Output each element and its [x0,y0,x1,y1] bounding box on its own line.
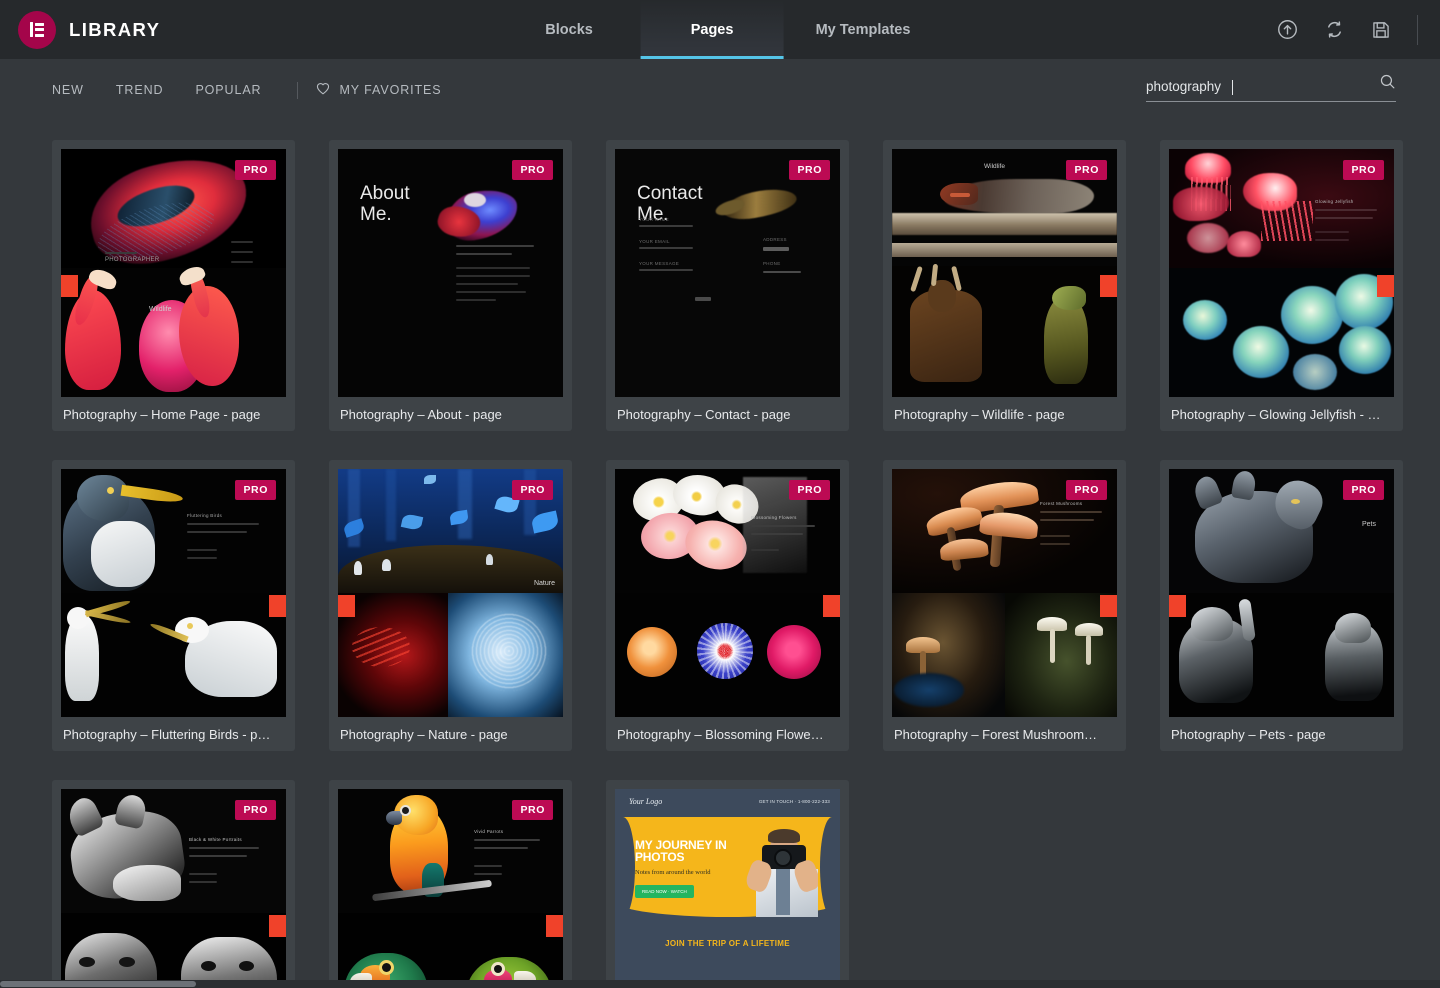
library-toolbar: NEW TREND POPULAR MY FAVORITES [0,59,1440,121]
template-thumbnail[interactable]: Blossoming Flowers PRO [615,469,840,717]
search-icon[interactable] [1379,73,1396,95]
template-grid: PHOTOGRAPHER Wildlife [0,121,1440,988]
journey-contact: GET IN TOUCH · 1-800-222-333 [759,799,830,804]
filter-my-favorites[interactable]: MY FAVORITES [316,82,441,98]
journey-subtitle: Notes from around the world [635,869,710,876]
template-thumbnail[interactable]: AboutMe. PRO [338,149,563,397]
page-title: LIBRARY [69,19,160,41]
template-thumbnail[interactable]: PHOTOGRAPHER Wildlife [61,149,286,397]
pro-badge: PRO [512,480,553,500]
template-thumbnail[interactable]: Fluttering Birds [61,469,286,717]
template-thumbnail[interactable]: Forest Mushrooms [892,469,1117,717]
pro-badge: PRO [512,800,553,820]
filter-divider [297,82,298,99]
filter-list: NEW TREND POPULAR MY FAVORITES [52,82,442,99]
template-thumbnail[interactable]: Wildlife [892,149,1117,397]
pro-badge: PRO [1343,160,1384,180]
template-thumbnail[interactable]: Pets PRO [1169,469,1394,717]
template-thumbnail[interactable]: Glowing Jellyfish [1169,149,1394,397]
template-edge-tab [269,595,286,617]
heart-outline-icon [316,82,330,98]
template-edge-tab [823,595,840,617]
my-favorites-label: MY FAVORITES [339,83,441,97]
text-cursor [1232,80,1233,95]
template-thumbnail[interactable]: ContactMe. YOUR NAME YOUR EMAIL YOUR MES… [615,149,840,397]
template-card[interactable]: Pets PRO Photography – Pets - page [1160,460,1403,751]
template-edge-tab [1100,275,1117,297]
template-edge-tab [338,595,355,617]
upload-circle-icon[interactable] [1277,19,1298,40]
template-card[interactable]: PHOTOGRAPHER Wildlife [52,140,295,431]
journey-footer: JOIN THE TRIP OF A LIFETIME [615,939,840,948]
horizontal-scrollbar[interactable] [0,980,1440,988]
template-edge-tab [1169,595,1186,617]
sync-icon[interactable] [1324,19,1345,40]
tab-pages[interactable]: Pages [641,0,784,59]
filter-popular[interactable]: POPULAR [195,83,279,97]
template-card[interactable]: Blossoming Flowers PRO Photography – [606,460,849,751]
template-thumbnail[interactable]: Black & White Portraits [61,789,286,988]
template-title: Photography – Glowing Jellyfish - … [1169,397,1394,431]
template-card[interactable]: Black & White Portraits [52,780,295,988]
library-tabs: Blocks Pages My Templates [498,0,943,59]
tab-my-templates[interactable]: My Templates [784,0,943,59]
template-edge-tab [1100,595,1117,617]
pro-badge: PRO [235,800,276,820]
tab-blocks[interactable]: Blocks [498,0,641,59]
filter-new[interactable]: NEW [52,83,102,97]
pro-badge: PRO [1066,480,1107,500]
header-divider [1417,15,1418,45]
search-box[interactable] [1146,79,1396,102]
library-header: LIBRARY Blocks Pages My Templates [0,0,1440,59]
elementor-logo-icon [18,11,56,49]
template-edge-tab [269,915,286,937]
template-thumbnail[interactable]: Your Logo GET IN TOUCH · 1-800-222-333 M… [615,789,840,988]
template-edge-tab [61,275,78,297]
pro-badge: PRO [1343,480,1384,500]
template-title: Photography – Pets - page [1169,717,1394,751]
pro-badge: PRO [235,160,276,180]
pro-badge: PRO [512,160,553,180]
template-title: Photography – Nature - page [338,717,563,751]
template-title: Photography – Wildlife - page [892,397,1117,431]
template-card[interactable]: Forest Mushrooms [883,460,1126,751]
template-grid-scroll[interactable]: PHOTOGRAPHER Wildlife [0,121,1440,988]
template-title: Photography – Forest Mushroom… [892,717,1117,751]
pro-badge: PRO [789,160,830,180]
template-title: Photography – Fluttering Birds - p… [61,717,286,751]
pro-badge: PRO [1066,160,1107,180]
template-card[interactable]: Vivid Parrots [329,780,572,988]
template-thumbnail[interactable]: Nature PRO [338,469,563,717]
scrollbar-thumb[interactable] [0,981,196,987]
search-input[interactable] [1146,79,1396,94]
pro-badge: PRO [789,480,830,500]
journey-cta-button[interactable]: READ NOW · WATCH [635,885,694,898]
save-floppy-icon[interactable] [1371,20,1391,40]
template-title: Photography – Blossoming Flowe… [615,717,840,751]
template-title: Photography – Home Page - page [61,397,286,431]
filter-trend[interactable]: TREND [116,83,182,97]
template-card[interactable]: Your Logo GET IN TOUCH · 1-800-222-333 M… [606,780,849,988]
template-card[interactable]: ContactMe. YOUR NAME YOUR EMAIL YOUR MES… [606,140,849,431]
pro-badge: PRO [235,480,276,500]
header-actions [1277,15,1440,45]
template-thumbnail[interactable]: Vivid Parrots [338,789,563,988]
template-edge-tab [546,915,563,937]
brand: LIBRARY [0,11,160,49]
template-card[interactable]: Fluttering Birds [52,460,295,751]
template-card[interactable]: Glowing Jellyfish [1160,140,1403,431]
journey-logo: Your Logo [629,797,662,806]
template-title: Photography – Contact - page [615,397,840,431]
template-card[interactable]: AboutMe. PRO Photography – About - page [329,140,572,431]
journey-title: MY JOURNEY IN PHOTOS [635,839,731,863]
template-title: Photography – About - page [338,397,563,431]
template-card[interactable]: Nature PRO Photography – Nature - page [329,460,572,751]
template-card[interactable]: Wildlife [883,140,1126,431]
template-edge-tab [1377,275,1394,297]
